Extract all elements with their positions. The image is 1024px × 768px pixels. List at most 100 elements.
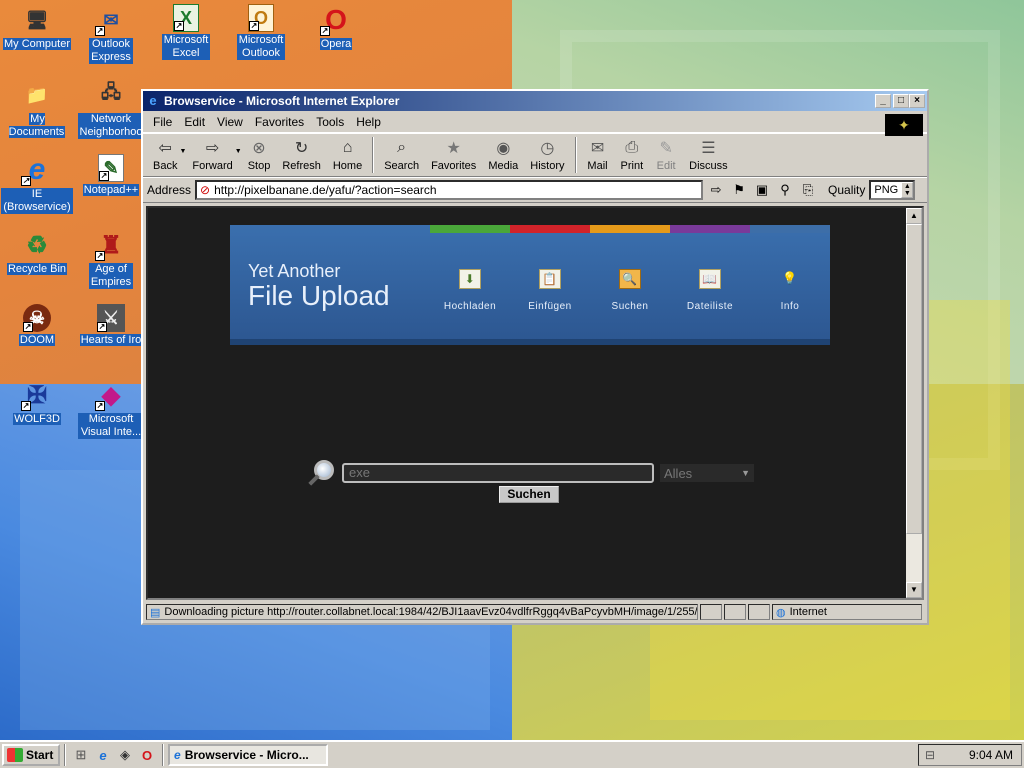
nav-hochladen[interactable]: ⬇ Hochladen (430, 269, 510, 312)
desktop-icon-network[interactable]: 🖧 Network Neighborhoo (74, 79, 148, 139)
notepad-icon: ✎ ↗ (98, 154, 124, 182)
media-button[interactable]: ◉ Media (482, 135, 524, 175)
menu-tools[interactable]: Tools (310, 113, 350, 131)
nav-einfuegen[interactable]: 📋 Einfügen (510, 269, 590, 312)
logo-line-1: Yet Another (248, 261, 341, 281)
taskbar-item-browservice[interactable]: e Browservice - Micro... (168, 744, 328, 766)
mail-button[interactable]: ✉ Mail (581, 135, 615, 175)
wolf3d-icon: ✠ ↗ (21, 381, 48, 411)
visual-interdev-icon: ◆ ↗ (95, 381, 121, 411)
system-tray: ⊟ 9:04 AM (918, 744, 1022, 766)
desktop-icon-outlook[interactable]: O ↗ Microsoft Outlook (224, 4, 298, 60)
discuss-icon: ☰ (701, 140, 716, 157)
yafu-logo[interactable]: Yet Another File Upload (248, 261, 390, 311)
globe-icon: ◍ (776, 606, 786, 619)
internet-explorer-icon[interactable]: e (92, 744, 114, 766)
search-scope-select[interactable]: Alles ▼ (660, 464, 754, 482)
quality-spinner-icon[interactable]: ▲ ▼ (901, 182, 914, 198)
status-text: Downloading picture http://router.collab… (164, 606, 698, 618)
desktop-icon-recycle-bin[interactable]: ♻ Recycle Bin (0, 229, 74, 276)
desktop-icon-ie-browservice[interactable]: e ↗ IE (Browservice) (0, 153, 74, 214)
home-button[interactable]: ⌂ Home (327, 135, 368, 175)
discuss-button[interactable]: ☰ Discuss (683, 135, 734, 175)
nav-suchen[interactable]: 🔍 Suchen (590, 269, 670, 312)
start-button[interactable]: Start (2, 744, 60, 766)
menu-file[interactable]: File (147, 113, 178, 131)
search-submit-button[interactable]: Suchen (499, 486, 559, 503)
save-icon[interactable]: ▣ (752, 180, 772, 200)
desktop-icon-label: Network Neighborhoo (78, 113, 144, 139)
desktop-icon-age-of-empires[interactable]: ♜ ↗ Age of Empires (74, 229, 148, 289)
taskbar-separator (162, 744, 164, 766)
refresh-button[interactable]: ↻ Refresh (276, 135, 327, 175)
quality-select[interactable]: PNG ▲ ▼ (869, 180, 916, 200)
desktop-icon-my-computer[interactable]: 🖥 My Computer (0, 4, 74, 51)
forward-label: Forward (192, 160, 233, 172)
mail-label: Mail (587, 160, 608, 172)
title-bar[interactable]: e Browservice - Microsoft Internet Explo… (143, 91, 927, 111)
opera-icon: O ↗ (320, 4, 347, 36)
show-desktop-icon[interactable]: ⊞ (70, 744, 92, 766)
forward-dropdown-icon[interactable]: ▼ (235, 148, 242, 155)
menu-favorites[interactable]: Favorites (249, 113, 310, 131)
search-button[interactable]: ⌕ Search (378, 135, 425, 175)
clipboard-icon[interactable]: ⎘ (798, 180, 818, 200)
desktop-icon-label: Outlook Express (89, 38, 133, 64)
desktop-icon-opera[interactable]: O ↗ Opera (299, 4, 373, 51)
menu-view[interactable]: View (211, 113, 249, 131)
discuss-label: Discuss (689, 160, 728, 172)
nav-info[interactable]: 💡 Info (750, 269, 830, 312)
refresh-label: Refresh (282, 160, 321, 172)
search-input[interactable]: exe (342, 463, 654, 483)
go-arrow-icon[interactable]: ⇨ (706, 180, 726, 200)
internet-explorer-icon: e (174, 748, 181, 762)
desktop-icon-hearts-of-iron[interactable]: ⚔ ↗ Hearts of Iro (74, 304, 148, 347)
desktop-icon-label: WOLF3D (13, 413, 61, 425)
history-icon: ◷ (540, 140, 555, 157)
menu-help[interactable]: Help (350, 113, 387, 131)
forward-arrow-icon: ⇨ (205, 140, 220, 157)
favorites-button[interactable]: ★ Favorites (425, 135, 482, 175)
minimize-button[interactable]: _ (875, 94, 891, 108)
desktop-icon-excel[interactable]: X ↗ Microsoft Excel (149, 4, 223, 60)
status-message: ▤ Downloading picture http://router.coll… (146, 604, 698, 620)
bookmark-icon[interactable]: ⚑ (729, 180, 749, 200)
vertical-scrollbar[interactable]: ▲ ▼ (906, 208, 922, 598)
network-status-icon[interactable]: ⊟ (925, 748, 935, 762)
page-viewport[interactable]: Yet Another File Upload ⬇ Hochladen 📋 Ei… (146, 206, 924, 600)
desktop-icon-doom[interactable]: ☠ ↗ DOOM (0, 304, 74, 347)
find-icon[interactable]: ⚲ (775, 180, 795, 200)
maximize-button[interactable]: □ (893, 94, 909, 108)
back-dropdown-icon[interactable]: ▼ (179, 148, 186, 155)
menu-edit[interactable]: Edit (178, 113, 211, 131)
desktop-icon-wolf3d[interactable]: ✠ ↗ WOLF3D (0, 379, 74, 426)
mail-icon: ✉ (590, 140, 605, 157)
taskbar-separator (64, 744, 66, 766)
stop-button[interactable]: ⊗ Stop (242, 135, 277, 175)
toolbar-separator (372, 137, 375, 173)
desktop-icon-my-documents[interactable]: 📁 My Documents (0, 79, 74, 139)
desktop-icon-outlook-express[interactable]: ✉ ↗ Outlook Express (74, 4, 148, 64)
opera-icon[interactable]: O (136, 744, 158, 766)
scroll-thumb[interactable] (906, 224, 922, 534)
hearts-of-iron-icon: ⚔ ↗ (97, 304, 125, 332)
desktop-icon-label: DOOM (18, 334, 56, 346)
ie-window[interactable]: e Browservice - Microsoft Internet Explo… (141, 89, 929, 625)
address-input[interactable]: ⊘ http://pixelbanane.de/yafu/?action=sea… (195, 180, 704, 200)
clock[interactable]: 9:04 AM (969, 748, 1013, 762)
edit-button[interactable]: ✎ Edit (649, 135, 683, 175)
print-button[interactable]: ⎙ Print (615, 135, 650, 175)
media-label: Media (488, 160, 519, 172)
media-player-icon[interactable]: ◈ (114, 744, 136, 766)
history-button[interactable]: ◷ History (524, 135, 570, 175)
nav-dateiliste[interactable]: 📖 Dateiliste (670, 269, 750, 312)
menu-bar: File Edit View Favorites Tools Help (143, 111, 927, 133)
close-button[interactable]: × (909, 94, 925, 108)
back-button[interactable]: ⇦ Back (147, 135, 183, 175)
forward-button[interactable]: ⇨ Forward (186, 135, 238, 175)
folder-icon: 📁 (25, 84, 49, 105)
scroll-up-icon[interactable]: ▲ (906, 208, 922, 224)
desktop-icon-visual-interdev[interactable]: ◆ ↗ Microsoft Visual Inte... (74, 379, 148, 439)
scroll-down-icon[interactable]: ▼ (906, 582, 922, 598)
desktop-icon-notepad[interactable]: ✎ ↗ Notepad++ (74, 154, 148, 197)
